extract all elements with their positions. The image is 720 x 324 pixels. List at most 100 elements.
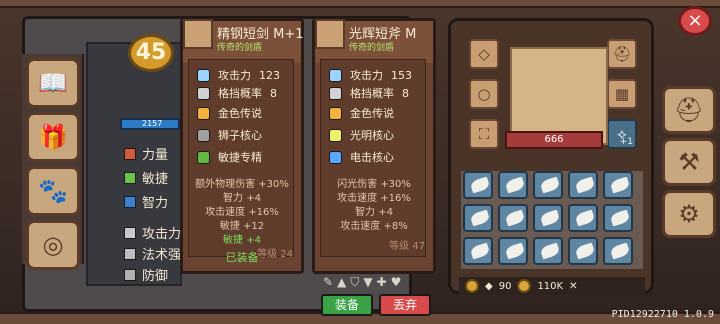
- stat-label: 法术强: [142, 248, 182, 263]
- equipped-label: 已装备: [225, 251, 259, 264]
- bonus-line: 敏捷 +4: [223, 235, 261, 246]
- book-icon: [124, 195, 136, 208]
- tooltip-subtitle: 传奇的剑盾: [217, 43, 263, 53]
- stat-label: 智力: [142, 196, 169, 211]
- tooltip-line: 敏捷专精: [197, 149, 262, 165]
- inventory-slot[interactable]: [498, 204, 528, 232]
- light-icon: [329, 128, 342, 142]
- gem-count: 90: [498, 280, 512, 292]
- sword-icon: [124, 226, 136, 239]
- tooltip-line: 攻击力 123: [197, 67, 280, 83]
- paw-icon[interactable]: 🐾: [26, 166, 80, 216]
- bonus-line: 智力 +4: [355, 207, 393, 218]
- level-badge: 45: [128, 34, 174, 72]
- axe-icon: [315, 19, 345, 49]
- fire-icon: [197, 106, 210, 120]
- gear-icon[interactable]: ⚙: [662, 190, 716, 238]
- staff-icon: [124, 247, 136, 260]
- line-label: 金色传说: [218, 107, 262, 120]
- line-label: 狮子核心: [218, 129, 262, 142]
- stat-agility: 敏捷: [124, 168, 168, 187]
- boots-icon[interactable]: ⛶: [469, 119, 499, 149]
- target-icon[interactable]: ◎: [26, 220, 80, 270]
- equip-button[interactable]: 装备: [321, 294, 373, 316]
- plus-icon[interactable]: ✚: [377, 275, 387, 290]
- fist-icon: [124, 147, 136, 160]
- inventory-slot[interactable]: [498, 171, 528, 199]
- helmet-icon[interactable]: ⛑: [662, 86, 716, 134]
- tooltip-line: 金色传说: [197, 105, 262, 121]
- inventory-slot[interactable]: [463, 237, 493, 265]
- inventory-slot[interactable]: [568, 237, 598, 265]
- discard-button[interactable]: 丢弃: [379, 294, 431, 316]
- hp-tag: 666: [505, 131, 603, 149]
- top-rail: [0, 0, 720, 8]
- shield-icon: [329, 86, 342, 100]
- ring-icon[interactable]: ○: [469, 79, 499, 109]
- stat-strength: 力量: [124, 144, 168, 163]
- bonus-line: 额外物理伤害 +30%: [195, 179, 289, 190]
- hp-bar-text: 2157: [142, 119, 163, 128]
- tooltip-line: 电击核心: [329, 149, 394, 165]
- inventory-slot[interactable]: [533, 237, 563, 265]
- line-label: 攻击力: [350, 69, 383, 82]
- bonus-line: 智力 +4: [223, 193, 261, 204]
- book-icon[interactable]: 📖: [26, 58, 80, 108]
- stat-label: 力量: [142, 148, 169, 163]
- inventory-slot[interactable]: [603, 204, 633, 232]
- line-label: 电击核心: [350, 151, 394, 164]
- helmet-icon[interactable]: ⛑: [607, 39, 637, 69]
- sword-icon: [183, 19, 213, 49]
- lock-icon[interactable]: [465, 279, 479, 293]
- up-icon[interactable]: ▲: [337, 275, 346, 290]
- tooltip-line: 格挡概率 8: [197, 85, 277, 101]
- tooltip-line: 金色传说: [329, 105, 394, 121]
- inventory-slot[interactable]: [603, 237, 633, 265]
- stat-defense: 防御: [124, 265, 168, 284]
- tooltip-line: 格挡概率 8: [329, 85, 409, 101]
- inventory-footer: ◆ 90 110K ✕: [459, 277, 645, 295]
- stat-attack: 攻击力: [124, 223, 181, 242]
- tooltip-line: 光明核心: [329, 127, 394, 143]
- inventory-slot[interactable]: [533, 204, 563, 232]
- coin-icon: [517, 279, 532, 293]
- sword-icon: [197, 68, 210, 82]
- close-icon[interactable]: ✕: [569, 281, 577, 292]
- left-nav: 📖 🎁 🐾 ◎: [22, 54, 84, 270]
- sword-icon: [329, 68, 342, 82]
- shield-icon: [197, 86, 210, 100]
- axe-icon[interactable]: ⟡ +1: [607, 119, 637, 149]
- inventory-slot[interactable]: [533, 171, 563, 199]
- stat-label: 防御: [142, 269, 169, 284]
- inventory-slot[interactable]: [463, 171, 493, 199]
- bonus-line: 闪光伤害 +30%: [337, 179, 411, 190]
- line-label: 格挡概率: [350, 87, 394, 100]
- bonus-line: 攻击速度 +16%: [205, 207, 279, 218]
- down-icon[interactable]: ▼: [363, 275, 372, 290]
- right-nav: ⛑ ⚒ ⚙: [662, 86, 716, 256]
- gift-icon[interactable]: 🎁: [26, 112, 80, 162]
- bonus-line: 敏捷 +12: [219, 221, 265, 232]
- tools-icon[interactable]: ⚒: [662, 138, 716, 186]
- line-label: 格挡概率: [218, 87, 262, 100]
- tooltip-line: 攻击力 153: [329, 67, 412, 83]
- inventory-slot[interactable]: [568, 204, 598, 232]
- gem-icon: ◆: [485, 280, 493, 292]
- equipment-panel: ◇ ○ ⛶ ⛑ ▦ ⟡ +1 666 ◆ 90 110K ✕: [448, 18, 654, 295]
- collar-icon[interactable]: ◇: [469, 39, 499, 69]
- inventory-slot[interactable]: [463, 204, 493, 232]
- line-value: 153: [391, 68, 412, 82]
- inventory-slot[interactable]: [498, 237, 528, 265]
- armor-icon[interactable]: ▦: [607, 79, 637, 109]
- shield-icon[interactable]: ⛉: [350, 275, 359, 290]
- heart-icon[interactable]: ♥: [391, 275, 402, 290]
- action-icons: ✎ ▲ ⛉ ▼ ✚ ♥: [323, 275, 401, 290]
- line-label: 敏捷专精: [218, 151, 262, 164]
- stat-label: 攻击力: [142, 227, 182, 242]
- inventory-slot[interactable]: [603, 171, 633, 199]
- bonus-line: 攻击速度 +8%: [340, 221, 408, 232]
- close-button[interactable]: ×: [678, 6, 712, 36]
- inventory-slot[interactable]: [568, 171, 598, 199]
- feather-icon: [124, 171, 136, 184]
- pin-icon[interactable]: ✎: [323, 275, 333, 290]
